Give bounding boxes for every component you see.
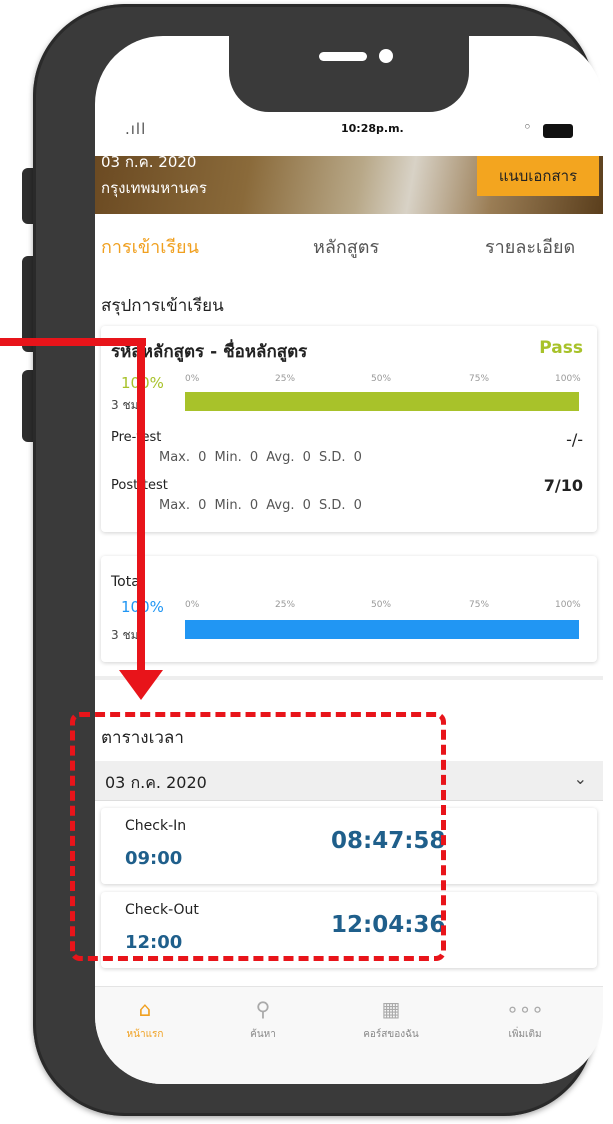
attach-document-button[interactable]: แนบเอกสาร (477, 156, 599, 196)
progress-ticks: 0% 25% 50% 75% 100% (185, 374, 581, 386)
tick-label: 50% (371, 600, 392, 610)
signal-icon: .ıll (125, 120, 147, 138)
nav-more-label: เพิ่มเติม (508, 1029, 542, 1040)
annotation-arrow-vertical (137, 338, 145, 672)
total-progress-track (185, 620, 579, 639)
tick-label: 25% (275, 600, 296, 610)
pretest-score: -/- (566, 430, 583, 449)
tick-label: 75% (469, 374, 490, 384)
attendance-progress-track (185, 392, 579, 411)
section-divider (95, 676, 603, 680)
annotation-arrow-head (119, 670, 163, 700)
tick-label: 0% (185, 374, 200, 384)
status-bar: .ıll 10:28p.m. ◦ (95, 114, 603, 154)
nav-my-course-label: คอร์สของฉัน (363, 1029, 419, 1040)
nav-search-label: ค้นหา (250, 1029, 276, 1040)
banner-date: 03 ก.ค. 2020 (101, 153, 197, 171)
my-course-icon: ▦ (381, 997, 401, 1021)
nav-home[interactable]: ⌂ หน้าแรก (95, 997, 195, 1042)
status-time: 10:28p.m. (341, 122, 404, 135)
speaker (319, 52, 367, 61)
pass-status: Pass (539, 338, 583, 358)
tab-attendance[interactable]: การเข้าเรียน (101, 232, 199, 261)
wifi-icon: ◦ (523, 118, 532, 136)
more-icon: ∘∘∘ (506, 997, 544, 1021)
course-banner: 03 ก.ค. 2020 กรุงเทพมหานคร แนบเอกสาร (95, 153, 603, 214)
tick-label: 50% (371, 374, 392, 384)
tab-bar: การเข้าเรียน หลักสูตร รายละเอียด (95, 232, 603, 262)
attendance-summary-title: สรุปการเข้าเรียน (101, 296, 224, 316)
annotation-arrow-horizontal (0, 338, 146, 346)
course-summary-card: รหัสหลักสูตร - ชื่อหลักสูตร Pass 100% 0%… (101, 326, 597, 532)
posttest-stats: Max. 0 Min. 0 Avg. 0 S.D. 0 (159, 498, 362, 513)
tick-label: 25% (275, 374, 296, 384)
nav-my-course[interactable]: ▦ คอร์สของฉัน (341, 997, 441, 1042)
total-card: Total 100% 0% 25% 50% 75% 100% 3 ชม. (101, 556, 597, 662)
annotation-highlight-box (70, 712, 446, 961)
tick-label: 75% (469, 600, 490, 610)
chevron-down-icon[interactable]: ⌄ (574, 769, 587, 788)
tick-label: 100% (555, 600, 581, 610)
bottom-navigation: ⌂ หน้าแรก ⚲ ค้นหา ▦ คอร์สของฉัน ∘∘∘ เพิ่… (95, 986, 603, 1084)
nav-search[interactable]: ⚲ ค้นหา (213, 997, 313, 1042)
total-progress-ticks: 0% 25% 50% 75% 100% (185, 600, 581, 612)
banner-location: กรุงเทพมหานคร (101, 179, 207, 197)
total-progress-bar (185, 620, 579, 639)
posttest-score: 7/10 (543, 476, 583, 495)
phone-notch (229, 36, 469, 112)
tab-course[interactable]: หลักสูตร (313, 232, 379, 261)
pretest-stats: Max. 0 Min. 0 Avg. 0 S.D. 0 (159, 450, 362, 465)
tick-label: 0% (185, 600, 200, 610)
battery-icon (543, 124, 573, 138)
tick-label: 100% (555, 374, 581, 384)
camera (379, 49, 393, 63)
home-icon: ⌂ (138, 997, 152, 1021)
tab-details[interactable]: รายละเอียด (485, 232, 575, 261)
nav-more[interactable]: ∘∘∘ เพิ่มเติม (475, 997, 575, 1042)
nav-home-label: หน้าแรก (126, 1029, 164, 1040)
search-icon: ⚲ (255, 997, 271, 1021)
attendance-progress-bar (185, 392, 579, 411)
